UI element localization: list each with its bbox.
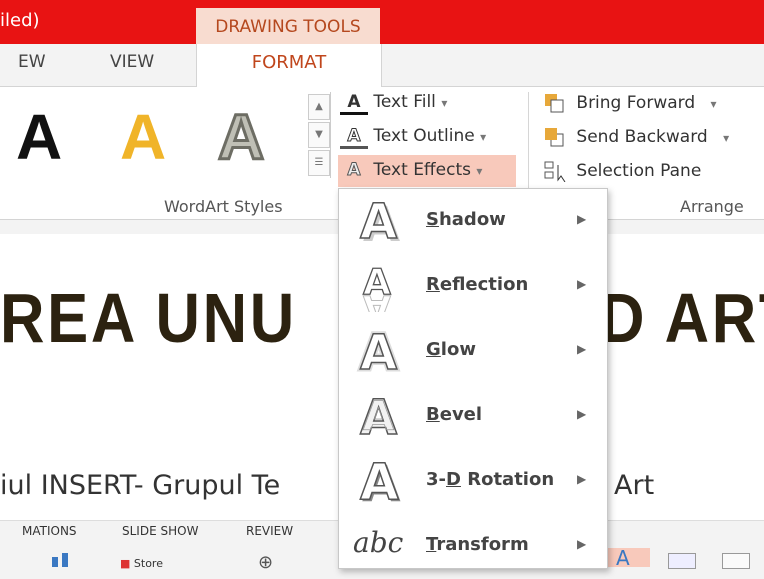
selection-pane-button[interactable]: Selection Pane (543, 160, 701, 183)
transform-effect-icon: abc (353, 526, 404, 559)
shadow-effect-icon: A A (359, 195, 400, 247)
slide-subtitle-right[interactable]: Art (614, 470, 654, 501)
menu-item-shadow[interactable]: A A Shadow ▶ (339, 189, 607, 254)
gallery-more-button[interactable]: ☰ (308, 150, 330, 176)
submenu-arrow-icon: ▶ (577, 537, 587, 551)
svg-text:A: A (360, 325, 397, 377)
text-effects-button[interactable]: A Text Effects ▾ (338, 155, 516, 187)
text-fill-button[interactable]: A Text Fill ▾ (340, 92, 447, 115)
tab-animations-fragment[interactable]: MATIONS (22, 524, 77, 538)
globe-icon[interactable]: ⊕ (258, 552, 273, 573)
svg-text:A: A (360, 195, 397, 247)
text-outline-icon: A (340, 126, 368, 149)
chevron-down-icon: ▾ (710, 97, 717, 111)
bevel-effect-icon: A A (359, 390, 398, 442)
wordart-style-outline[interactable]: A (216, 100, 265, 175)
text-outline-button[interactable]: A Text Outline ▾ (340, 126, 486, 149)
menu-item-glow[interactable]: A A Glow ▶ (339, 319, 607, 384)
reflection-effect-icon: A A (362, 261, 391, 312)
bring-forward-button[interactable]: Bring Forward ▾ (543, 92, 717, 114)
arrange-group-label: Arrange (680, 197, 744, 216)
gallery-scroll-up-button[interactable]: ▲ (308, 94, 330, 120)
menu-item-3d-rotation[interactable]: A A 3-D Rotation ▶ (339, 449, 607, 514)
store-button[interactable]: ■ Store (120, 557, 163, 570)
menu-item-reflection[interactable]: A A Reflection ▶ (339, 254, 607, 319)
submenu-arrow-icon: ▶ (577, 342, 587, 356)
send-backward-icon (545, 128, 564, 147)
submenu-arrow-icon: ▶ (577, 212, 587, 226)
3d-rotation-effect-icon: A A (359, 455, 401, 507)
chevron-down-icon: ▾ (476, 164, 483, 178)
text-effects-menu: A A Shadow ▶ A A Reflection ▶ A A Glow ▶… (338, 188, 608, 569)
submenu-arrow-icon: ▶ (577, 472, 587, 486)
send-backward-button[interactable]: Send Backward ▾ (543, 126, 729, 148)
bring-forward-icon (545, 94, 564, 113)
selection-pane-icon (544, 161, 566, 183)
submenu-arrow-icon: ▶ (577, 407, 587, 421)
tab-review[interactable]: REVIEW (246, 524, 293, 538)
tab-review-fragment[interactable]: EW (18, 52, 46, 72)
tab-view[interactable]: VIEW (110, 52, 154, 72)
svg-text:A: A (363, 287, 391, 312)
svg-text:A: A (360, 455, 399, 507)
wordart-icon: A (616, 546, 630, 570)
chevron-down-icon: ▾ (441, 96, 448, 110)
menu-item-transform[interactable]: abc Transform ▶ (339, 514, 607, 579)
wordart-style-black[interactable]: A (16, 100, 62, 174)
wordart-style-orange[interactable]: A (120, 100, 166, 174)
window-title: iled) (0, 10, 40, 31)
glow-effect-icon: A A (358, 325, 400, 377)
wordart-styles-group-label: WordArt Styles (164, 197, 283, 216)
chevron-down-icon: ▾ (723, 131, 730, 145)
svg-text:A: A (363, 394, 394, 440)
menu-item-bevel[interactable]: A A Bevel ▶ (339, 384, 607, 449)
title-bar: iled) (0, 0, 764, 44)
text-fill-icon: A (340, 92, 368, 115)
slide-title-right[interactable]: D ART (600, 278, 764, 358)
slide-title-left[interactable]: REA UNU (0, 278, 297, 358)
text-effects-icon: A (347, 160, 361, 181)
chart-icon[interactable] (48, 553, 78, 567)
tab-slide-show[interactable]: SLIDE SHOW (122, 524, 198, 538)
tab-format[interactable]: FORMAT (196, 44, 382, 87)
submenu-arrow-icon: ▶ (577, 277, 587, 291)
gallery-scroll-down-button[interactable]: ▼ (308, 122, 330, 148)
drawing-tools-context-label: DRAWING TOOLS (196, 8, 380, 46)
chevron-down-icon: ▾ (480, 130, 487, 144)
slide-subtitle-left[interactable]: iul INSERT- Grupul Te (0, 470, 280, 501)
